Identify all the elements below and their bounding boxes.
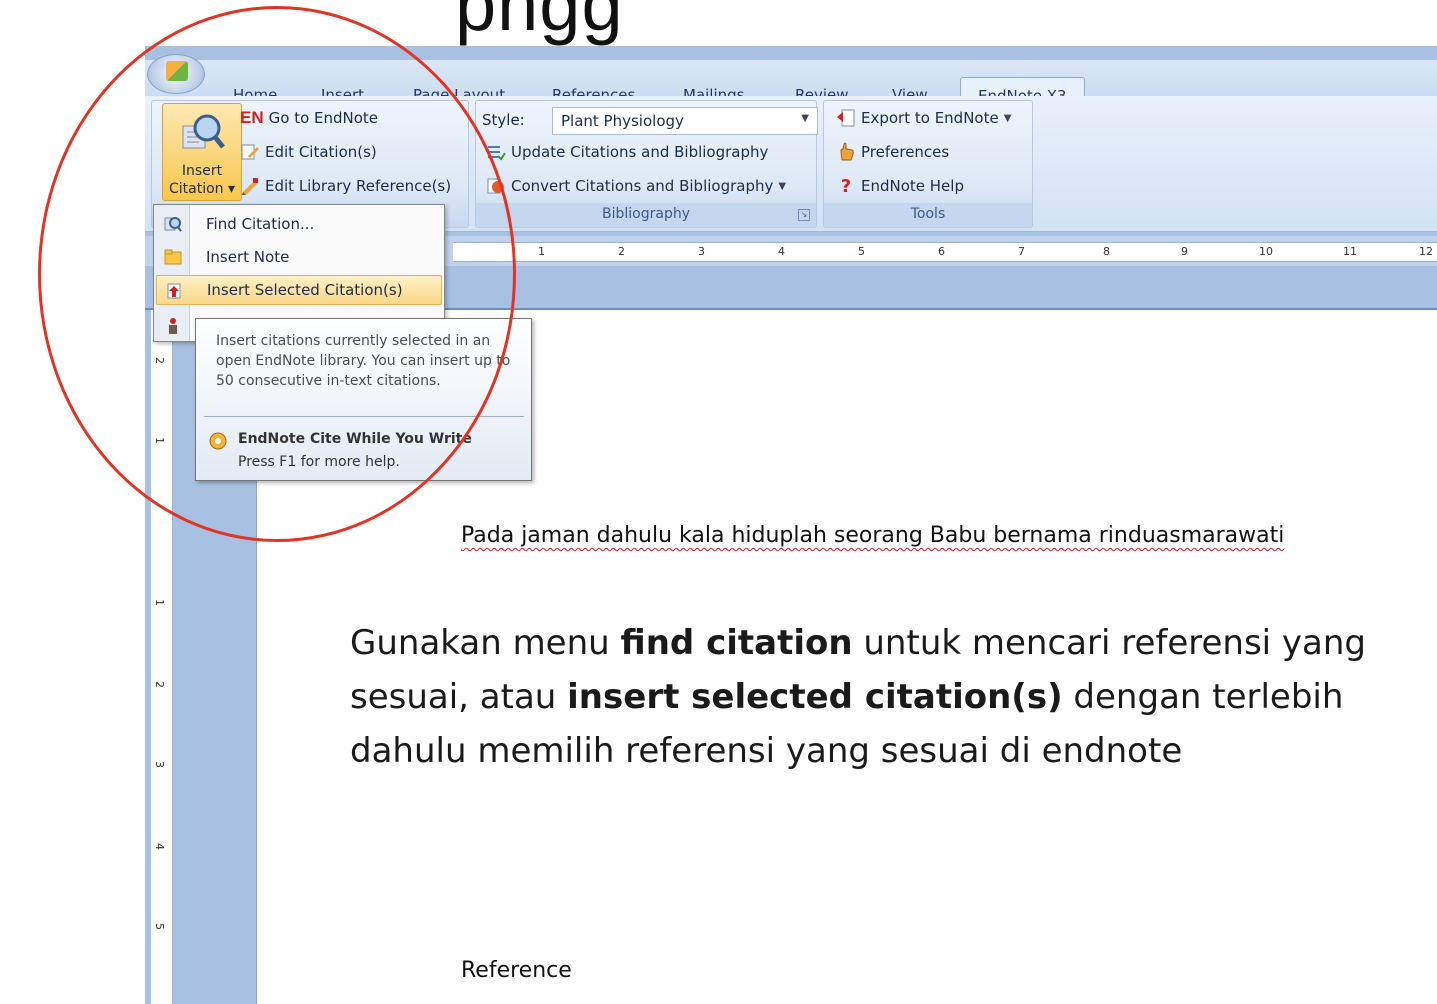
instruction-callout: Gunakan menu find citation untuk mencari… (350, 616, 1410, 778)
office-button[interactable] (147, 54, 205, 94)
endnote-help-button[interactable]: ? EndNote Help (836, 173, 964, 199)
style-value: Plant Physiology (561, 112, 684, 130)
vertical-ruler[interactable]: 2 1 1 2 3 4 5 (151, 310, 173, 1004)
update-citations-label: Update Citations and Bibliography (511, 143, 769, 161)
insert-selected-icon (167, 283, 181, 299)
ruler-number: 4 (778, 245, 785, 258)
word-window: Home Insert Page Layout References Maili… (145, 46, 1437, 1004)
convert-citations-button[interactable]: Convert Citations and Bibliography ▼ (486, 173, 786, 199)
edit-citations-button[interactable]: Edit Citation(s) (240, 139, 377, 165)
ruler-number: 7 (1018, 245, 1025, 258)
menu-item-insert-note[interactable]: Insert Note (156, 242, 442, 272)
ruler-number: 2 (618, 245, 625, 258)
ruler-number: 5 (153, 923, 166, 930)
preferences-button[interactable]: Preferences (836, 139, 949, 165)
update-citations-button[interactable]: Update Citations and Bibliography (486, 139, 768, 165)
chevron-down-icon: ▼ (801, 113, 809, 124)
slide-title: pngg (455, 0, 624, 46)
export-icon (837, 109, 855, 127)
tooltip-footer-help: Press F1 for more help. (238, 454, 400, 470)
convert-citations-label: Convert Citations and Bibliography (511, 177, 774, 195)
callout-text: Gunakan menu (350, 623, 621, 663)
style-label: Style: (482, 111, 525, 129)
insert-note-label: Insert Note (206, 248, 290, 266)
callout-bold-find: find citation (620, 623, 853, 663)
office-logo-icon (166, 61, 188, 81)
export-to-endnote-label: Export to EndNote (861, 109, 999, 127)
help-question-icon: ? (840, 176, 852, 197)
ruler-number: 1 (153, 599, 166, 606)
callout-bold-insert: insert selected citation(s) (567, 677, 1063, 717)
edit-library-reference-button[interactable]: Edit Library Reference(s) (240, 173, 451, 199)
ruler-number: 1 (153, 437, 166, 444)
tooltip-divider (204, 416, 524, 417)
edit-pencil-icon (241, 144, 259, 160)
go-to-endnote-label: Go to EndNote (268, 109, 379, 127)
ruler-number: 2 (153, 681, 166, 688)
hand-pointer-icon (840, 142, 854, 161)
ruler-number: 3 (698, 245, 705, 258)
tooltip-body: Insert citations currently selected in a… (216, 333, 511, 389)
find-citation-icon (164, 217, 182, 232)
magnifier-icon (182, 114, 225, 149)
ruler-strip: 1 2 3 4 5 6 7 8 9 10 11 12 (453, 242, 1437, 262)
edit-library-icon (242, 178, 258, 195)
dialog-launcher-icon[interactable]: ↘ (798, 209, 810, 221)
ruler-number: 1 (538, 245, 545, 258)
ruler-number: 3 (153, 761, 166, 768)
insert-citation-label-1: Insert (181, 163, 223, 179)
update-icon (488, 146, 506, 161)
find-citation-label: Find Citation... (206, 215, 315, 233)
style-select[interactable]: Plant Physiology ▼ (552, 107, 818, 135)
insert-selected-tooltip: Insert citations currently selected in a… (195, 318, 532, 481)
endnote-help-label: EndNote Help (861, 177, 964, 195)
person-icon (169, 318, 177, 334)
ruler-number: 6 (938, 245, 945, 258)
reference-heading[interactable]: Reference (461, 958, 572, 983)
tooltip-footer-title: EndNote Cite While You Write (238, 431, 472, 447)
bibliography-group-label: Bibliography (476, 203, 816, 225)
edit-citations-label: Edit Citation(s) (265, 143, 377, 161)
chevron-down-icon: ▼ (1003, 112, 1012, 124)
ruler-number: 5 (858, 245, 865, 258)
ruler-number: 9 (1181, 245, 1188, 258)
ruler-number: 4 (153, 843, 166, 850)
en-icon: EN (240, 108, 264, 127)
ruler-number: 2 (153, 357, 166, 364)
menu-item-find-citation[interactable]: Find Citation... (156, 209, 442, 239)
convert-icon (487, 178, 504, 194)
chevron-down-icon: ▼ (778, 180, 787, 192)
endnote-cwyw-icon (209, 432, 227, 450)
edit-library-reference-label: Edit Library Reference(s) (265, 177, 452, 195)
bibliography-group: Style: Plant Physiology ▼ Update Citatio… (475, 100, 818, 228)
insert-selected-citations-label: Insert Selected Citation(s) (207, 281, 403, 299)
ruler-number: 10 (1259, 245, 1273, 258)
export-to-endnote-button[interactable]: Export to EndNote ▼ (836, 105, 1011, 131)
insert-citation-label-2: Citation (168, 181, 224, 197)
document-text-line[interactable]: Pada jaman dahulu kala hiduplah seorang … (461, 523, 1284, 548)
tools-group: Export to EndNote ▼ Preferences ? EndNot… (823, 100, 1033, 228)
folder-note-icon (164, 249, 182, 265)
ruler-number: 8 (1103, 245, 1110, 258)
menu-item-insert-selected-citations[interactable]: Insert Selected Citation(s) (156, 275, 442, 305)
ruler-number: 12 (1419, 245, 1433, 258)
preferences-label: Preferences (861, 143, 950, 161)
go-to-endnote-button[interactable]: EN Go to EndNote (240, 105, 378, 131)
insert-citation-button[interactable]: Insert Citation ▾ (162, 103, 242, 201)
ruler-number: 11 (1343, 245, 1357, 258)
tools-group-label: Tools (824, 203, 1032, 225)
